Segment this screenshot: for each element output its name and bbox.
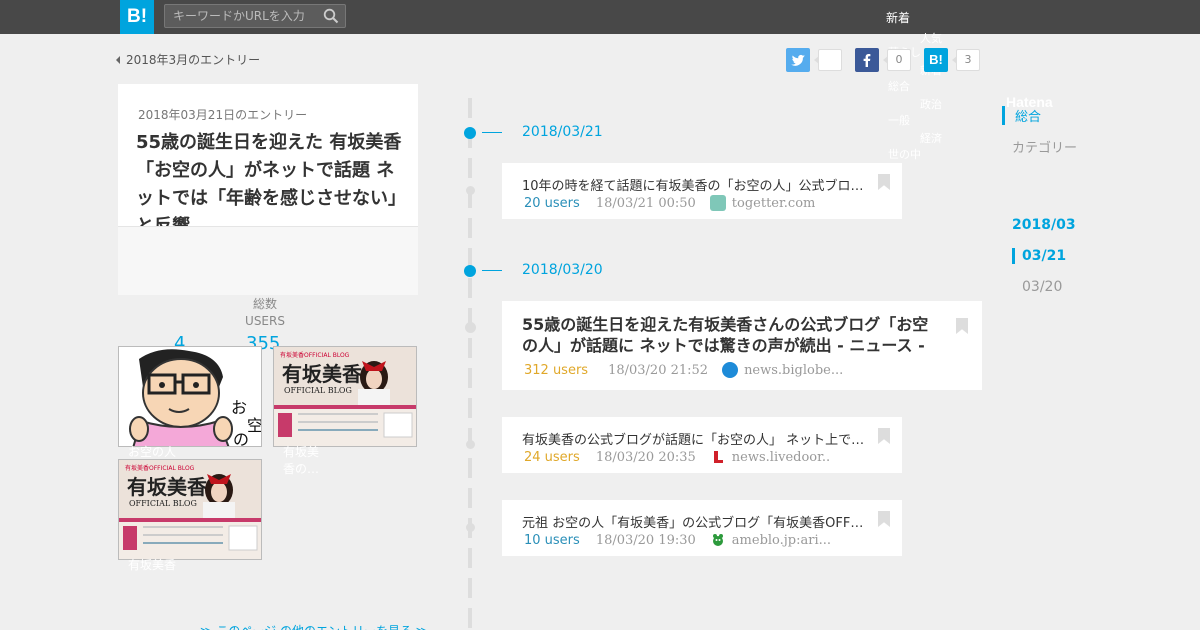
entry-time: 18/03/20 20:35	[595, 449, 696, 465]
thumbnail-caption-2: 有坂美香の…	[283, 445, 320, 476]
menu-item-popular[interactable]: 人気	[920, 30, 942, 46]
thumbnail-cartoon[interactable]: お 空 の	[118, 346, 262, 447]
svg-text:お: お	[231, 398, 247, 417]
timeline-tick	[482, 270, 502, 271]
entry-title[interactable]: 元祖 お空の人「有坂美香」の公式ブログ「有坂美香OFFICIAL BLOG」ブロ…	[522, 512, 866, 531]
timeline-date[interactable]: 2018/03/21	[522, 124, 603, 140]
entry-site[interactable]: news.livedoor..	[732, 450, 830, 465]
nav-item-all[interactable]: 総合	[1002, 106, 1041, 125]
timeline-dot	[466, 186, 475, 195]
entry-site[interactable]: news.biglobe...	[744, 363, 843, 378]
bookmark-icon[interactable]	[878, 428, 890, 444]
facebook-share[interactable]: 0	[855, 48, 911, 72]
menu-item-economy[interactable]: 経済	[920, 130, 942, 146]
entry-title[interactable]: 有坂美香の公式ブログが話題に「お空の人」 ネット上で驚きと称賛の声が - ライブ…	[522, 429, 866, 448]
twitter-icon	[786, 48, 810, 72]
day-summary-card: 2018年03月21日のエントリー 55歳の誕生日を迎えた 有坂美香「お空の人」…	[118, 84, 418, 295]
twitter-share[interactable]	[786, 48, 842, 72]
new-entries-link[interactable]: 新着	[886, 9, 910, 26]
timeline-dot	[464, 265, 476, 277]
entry-meta: 20 users 18/03/21 00:50 togetter.com	[524, 195, 815, 211]
ameblo-favicon-icon	[709, 532, 726, 548]
entry-card[interactable]: 元祖 お空の人「有坂美香」の公式ブログ「有坂美香OFFICIAL BLOG」ブロ…	[502, 500, 902, 556]
livedoor-favicon-icon	[709, 449, 726, 465]
thumbnail-blog-2[interactable]: 有坂美香OFFICIAL BLOG 有坂美香 OFFICIAL BLOG	[118, 459, 262, 560]
top-bar: B! 新着	[0, 0, 1200, 34]
svg-text:有坂美香: 有坂美香	[127, 475, 208, 499]
svg-text:空: 空	[247, 416, 262, 435]
facebook-count: 0	[883, 49, 911, 71]
entry-site[interactable]: ameblo.jp:ari...	[732, 533, 831, 548]
search-input[interactable]	[165, 5, 315, 27]
svg-text:OFFICIAL BLOG: OFFICIAL BLOG	[284, 386, 352, 395]
timeline-dot	[466, 440, 475, 449]
back-link[interactable]: 2018年3月のエントリー	[116, 51, 260, 68]
hatena-bookmark-logo[interactable]: B!	[120, 0, 154, 34]
timeline-date[interactable]: 2018/03/20	[522, 262, 603, 278]
entry-users[interactable]: 10 users	[524, 533, 580, 548]
entry-time: 18/03/21 00:50	[595, 195, 696, 211]
search-box	[164, 4, 346, 28]
facebook-icon	[855, 48, 879, 72]
svg-text:有坂美香OFFICIAL BLOG: 有坂美香OFFICIAL BLOG	[125, 464, 195, 472]
entry-card[interactable]: 有坂美香の公式ブログが話題に「お空の人」 ネット上で驚きと称賛の声が - ライブ…	[502, 417, 902, 473]
users-label: 総数 USERS	[245, 297, 285, 328]
more-entries-link[interactable]: ≫ このページ の他のエントリーを見る ≫	[200, 622, 428, 630]
entry-title[interactable]: 10年の時を経て話題に有坂美香の「お空の人」公式ブログのまとめがネット上で大きな…	[522, 175, 866, 194]
timeline-tick	[482, 132, 502, 133]
entry-site[interactable]: togetter.com	[732, 196, 816, 211]
timeline-dot	[466, 523, 475, 532]
svg-text:有坂美香: 有坂美香	[282, 362, 363, 386]
entry-meta: 312 users 18/03/20 21:52 news.biglobe...	[524, 362, 843, 378]
thumbnail-caption-3: 有坂美香	[128, 558, 177, 572]
entry-card[interactable]: 10年の時を経て話題に有坂美香の「お空の人」公式ブログのまとめがネット上で大きな…	[502, 163, 902, 219]
twitter-count	[814, 49, 842, 71]
entry-time: 18/03/20 21:52	[608, 362, 709, 378]
entry-title[interactable]: 55歳の誕生日を迎えた有坂美香さんの公式ブログ「お空の人」が話題に ネットでは驚…	[522, 314, 942, 356]
card-title[interactable]: 55歳の誕生日を迎えた 有坂美香「お空の人」がネットで話題 ネットでは「年齢を感…	[136, 129, 406, 241]
entry-meta: 10 users 18/03/20 19:30 ameblo.jp:ari...	[524, 532, 831, 548]
card-footer	[118, 226, 418, 295]
entry-time: 18/03/20 19:30	[595, 532, 696, 548]
back-link-label: 2018年3月のエントリー	[126, 53, 261, 67]
menu-item-general[interactable]: 一般	[888, 112, 910, 128]
menu-item-society[interactable]: 世の中	[888, 146, 921, 162]
bookmark-icon[interactable]	[878, 511, 890, 527]
menu-item-politics[interactable]: 政治	[920, 96, 942, 112]
svg-text:の: の	[233, 430, 249, 447]
nav-day[interactable]: 03/20	[1022, 279, 1062, 295]
chevron-left-icon	[116, 55, 120, 64]
search-icon[interactable]	[323, 8, 339, 24]
entry-users[interactable]: 312 users	[524, 363, 588, 378]
timeline-line	[468, 98, 472, 630]
togetter-favicon-icon	[709, 195, 726, 211]
nav-day-active[interactable]: 03/21	[1012, 248, 1066, 264]
bookmark-icon[interactable]	[956, 318, 968, 334]
menu-item-all[interactable]: 総合	[888, 78, 910, 94]
hatena-bookmark-icon: B!	[924, 48, 948, 72]
hatena-count: 3	[952, 49, 980, 71]
thumbnail-blog-1[interactable]: 有坂美香OFFICIAL BLOG 有坂美香 OFFICIAL BLOG	[273, 346, 417, 447]
hatena-share[interactable]: B! 3	[924, 48, 980, 72]
bookmark-icon[interactable]	[878, 174, 890, 190]
svg-text:有坂美香OFFICIAL BLOG: 有坂美香OFFICIAL BLOG	[280, 351, 350, 359]
entry-users[interactable]: 20 users	[524, 196, 580, 211]
timeline-dot	[464, 127, 476, 139]
timeline-dot	[465, 322, 476, 333]
entry-meta: 24 users 18/03/20 20:35 news.livedoor..	[524, 449, 830, 465]
nav-month[interactable]: 2018/03	[1012, 217, 1076, 233]
card-date: 2018年03月21日のエントリー	[138, 108, 308, 122]
nav-item-category[interactable]: カテゴリー	[1012, 137, 1077, 156]
svg-text:OFFICIAL BLOG: OFFICIAL BLOG	[129, 499, 197, 508]
entry-users[interactable]: 24 users	[524, 450, 580, 465]
entry-card-featured[interactable]: 55歳の誕生日を迎えた有坂美香さんの公式ブログ「お空の人」が話題に ネットでは驚…	[502, 301, 982, 390]
biglobe-favicon-icon	[722, 362, 739, 378]
